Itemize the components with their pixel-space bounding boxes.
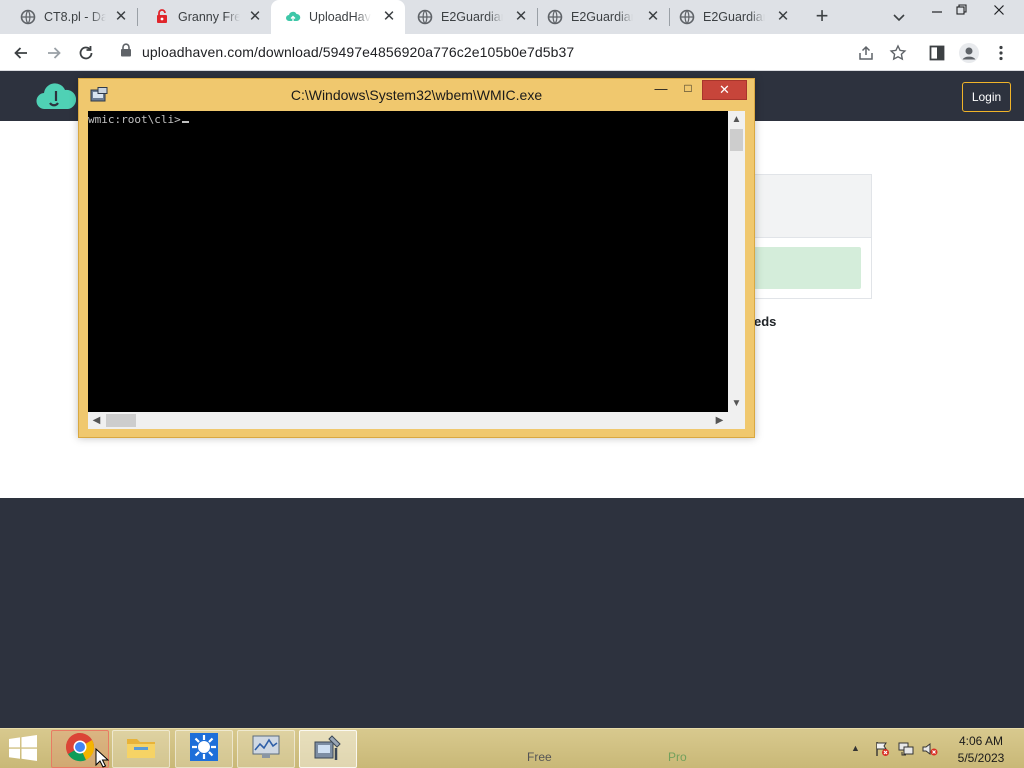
partial-heading: eds [754,314,777,329]
tab-strip: CT8.pl - Dar ✕ Granny Free ✕ UploadHave … [0,0,1024,34]
granny-game-icon [154,9,170,25]
network-icon[interactable] [898,741,914,757]
close-icon[interactable]: ✕ [381,9,397,25]
horizontal-scroll-thumb[interactable] [106,414,136,427]
bookmark-star-icon[interactable] [887,42,909,64]
monitor-chart-icon [250,733,282,766]
download-card [740,174,872,299]
volume-muted-icon[interactable] [922,741,938,757]
clock-time[interactable]: 4:06 AM [956,734,1006,748]
share-icon[interactable] [855,42,877,64]
windows-start-button[interactable] [8,735,40,763]
windows-logo-icon [9,735,37,761]
success-bar [751,247,861,289]
tab-uploadhaven[interactable]: UploadHave ✕ [271,0,405,34]
console-titlebar[interactable]: C:\Windows\System32\wbem\WMIC.exe — □ ✕ [79,79,754,111]
tab-title: E2Guardian [571,10,633,24]
tools-icon [312,732,344,767]
tab-ct8[interactable]: CT8.pl - Dar ✕ [0,0,137,34]
wmic-console-window[interactable]: C:\Windows\System32\wbem\WMIC.exe — □ ✕ … [78,78,755,438]
login-button[interactable]: Login [962,82,1011,112]
taskbar-app-file-explorer[interactable] [112,730,170,768]
globe-icon [20,9,36,25]
forward-button[interactable] [42,41,66,65]
clock-date[interactable]: 5/5/2023 [956,751,1006,765]
address-bar[interactable]: uploadhaven.com/download/59497e4856920a7… [108,37,916,67]
profile-avatar-icon[interactable] [958,42,980,64]
card-header [741,175,871,238]
tab-e2guardian-1[interactable]: E2Guardian - ✕ [405,0,537,34]
console-minimize-button[interactable]: — [650,81,672,101]
resize-grip-icon[interactable] [728,412,745,429]
vertical-scroll-thumb[interactable] [730,129,743,151]
reload-icon [79,46,93,60]
tab-granny[interactable]: Granny Free ✕ [137,0,271,34]
window-minimize-button[interactable] [926,2,948,22]
mouse-pointer-icon [95,747,110,768]
chrome-icon [65,732,95,767]
reload-button[interactable] [74,41,98,65]
window-close-button[interactable] [988,2,1010,22]
scroll-up-arrow-icon[interactable]: ▲ [728,111,745,128]
scroll-left-arrow-icon[interactable]: ◀ [88,412,105,429]
windows-taskbar: Free Pro ▲ 4:06 AM 5/5/2023 [0,728,1024,768]
tab-title: UploadHave [309,10,371,24]
close-icon[interactable]: ✕ [775,9,791,25]
free-label: Free [527,750,552,764]
text-cursor [181,121,189,123]
browser-toolbar: uploadhaven.com/download/59497e4856920a7… [0,34,1024,71]
close-icon[interactable]: ✕ [513,9,529,25]
back-button[interactable] [9,41,33,65]
console-prompt: wmic:root\cli> [88,113,181,126]
lock-icon[interactable] [120,42,132,62]
console-maximize-button[interactable]: □ [677,81,699,101]
uploadhaven-logo-icon[interactable] [36,79,77,113]
new-tab-button[interactable]: + [810,5,834,29]
sun-gear-icon [189,732,219,767]
tab-title: E2Guardian [703,10,765,24]
action-center-flag-icon[interactable] [874,741,890,757]
uploadhaven-icon [285,9,301,25]
taskbar-app-settings[interactable] [175,730,233,768]
console-prompt-line: wmic:root\cli> [88,113,189,126]
close-icon[interactable]: ✕ [247,9,263,25]
close-icon[interactable]: ✕ [113,9,129,25]
url-text[interactable]: uploadhaven.com/download/59497e4856920a7… [142,44,574,60]
tab-search-chevron-icon[interactable] [890,8,908,26]
kebab-menu-icon[interactable] [990,42,1012,64]
console-close-button[interactable]: ✕ [702,80,747,100]
horizontal-scrollbar[interactable]: ◀ ▶ [88,412,728,429]
globe-icon [417,9,433,25]
window-restore-button[interactable] [951,2,973,22]
scroll-down-arrow-icon[interactable]: ▼ [728,395,745,412]
folder-icon [125,733,157,766]
page-footer [0,498,1024,728]
side-panel-icon[interactable] [926,42,948,64]
globe-icon [679,9,695,25]
show-hidden-icons-chevron-icon[interactable]: ▲ [851,743,860,753]
taskbar-app-performance-monitor[interactable] [237,730,295,768]
close-icon[interactable]: ✕ [645,9,661,25]
tab-title: E2Guardian - [441,10,503,24]
back-arrow-icon [14,47,27,59]
tab-e2guardian-3[interactable]: E2Guardian ✕ [669,0,799,34]
scroll-right-arrow-icon[interactable]: ▶ [711,412,728,429]
console-output-area[interactable]: wmic:root\cli> [88,111,728,412]
pro-label: Pro [668,750,687,764]
forward-arrow-icon [48,47,61,59]
taskbar-app-system-tools[interactable] [299,730,357,768]
tab-title: Granny Free [178,10,240,24]
vertical-scrollbar[interactable]: ▲ ▼ [728,111,745,412]
globe-icon [547,9,563,25]
tab-e2guardian-2[interactable]: E2Guardian ✕ [537,0,669,34]
tab-title: CT8.pl - Dar [44,10,106,24]
